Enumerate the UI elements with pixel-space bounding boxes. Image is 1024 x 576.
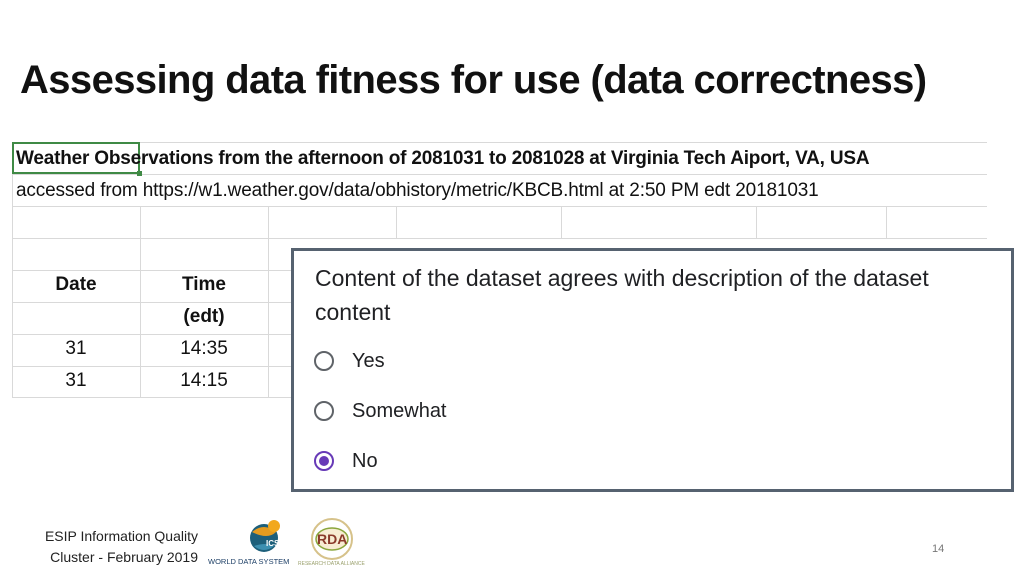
world-data-system-logo: ICSU WORLD DATA SYSTEM [208,520,289,566]
survey-question-card: Content of the dataset agrees with descr… [291,248,1014,492]
slide-title: Assessing data fitness for use (data cor… [20,58,927,102]
option-label: Somewhat [352,399,447,422]
svg-text:RESEARCH DATA ALLIANCE: RESEARCH DATA ALLIANCE [298,561,365,567]
radio-checked-icon[interactable] [314,451,334,471]
dataset-source-cell[interactable]: accessed from https://w1.weather.gov/dat… [16,180,819,202]
time-cell[interactable]: 14:15 [140,370,268,392]
question-text: Content of the dataset agrees with descr… [315,265,929,325]
svg-text:WORLD DATA SYSTEM: WORLD DATA SYSTEM [208,557,289,566]
footer-line-2: Cluster - February 2019 [50,549,198,565]
svg-text:RDA: RDA [317,531,347,547]
footer-caption: ESIP Information Quality Cluster - Febru… [22,526,198,568]
svg-text:ICSU: ICSU [266,539,285,548]
time-cell[interactable]: 14:35 [140,338,268,360]
option-label: Yes [352,349,385,372]
radio-unchecked-icon[interactable] [314,401,334,421]
option-yes[interactable]: Yes [314,347,385,375]
option-somewhat[interactable]: Somewhat [314,397,447,425]
option-label: No [352,449,378,472]
footer-line-1: ESIP Information Quality [44,528,198,544]
page-number: 14 [932,543,945,555]
radio-unchecked-icon[interactable] [314,351,334,371]
option-no[interactable]: No [314,447,378,475]
date-cell[interactable]: 31 [12,370,140,392]
date-column-header[interactable]: Date [12,274,140,296]
time-column-header[interactable]: Time [140,274,268,296]
time-unit-cell[interactable]: (edt) [140,306,268,328]
date-cell[interactable]: 31 [12,338,140,360]
partner-logos: ICSU WORLD DATA SYSTEM RDA RESEARCH DATA… [208,518,365,567]
rda-logo: RDA RESEARCH DATA ALLIANCE [298,518,365,567]
dataset-title-cell[interactable]: Weather Observations from the afternoon … [16,148,870,170]
